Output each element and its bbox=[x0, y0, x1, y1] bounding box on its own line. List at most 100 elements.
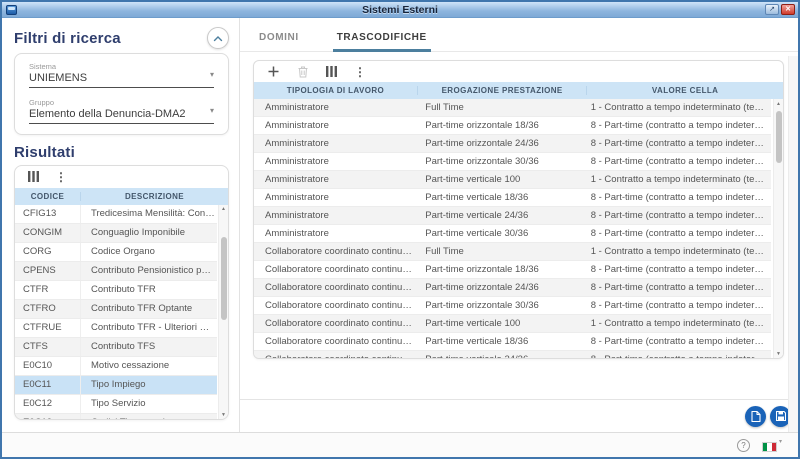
columns-icon[interactable] bbox=[27, 170, 40, 183]
close-window-button[interactable]: ✕ bbox=[781, 4, 795, 15]
tab-trascodifiche[interactable]: TRASCODIFICHE bbox=[332, 32, 431, 52]
results-card: ⋮ CODICE DESCRIZIONE CFIG13 Tredicesima M… bbox=[14, 164, 229, 420]
table-cell: Amministratore bbox=[265, 210, 329, 221]
results-scrollbar[interactable]: ▲ ▼ bbox=[218, 204, 228, 419]
sistema-select[interactable]: Sistema UNIEMENS ▾ bbox=[29, 62, 214, 88]
result-row-CONGIM[interactable]: CONGIM Conguaglio Imponibile bbox=[15, 223, 217, 243]
table-cell: 1 - Contratto a tempo indeterminato (tem… bbox=[590, 102, 771, 113]
result-row-CTFRUE[interactable]: CTFRUE Contributo TFR - Ulteriori Element… bbox=[15, 318, 217, 338]
table-cell: Amministratore bbox=[265, 192, 329, 203]
language-selector[interactable]: ▾ bbox=[761, 438, 782, 452]
result-row-E0C13[interactable]: E0C13Codici Tipo part-time bbox=[15, 413, 217, 419]
italian-flag-icon bbox=[761, 441, 777, 452]
scroll-up-icon[interactable]: ▲ bbox=[776, 99, 781, 108]
scroll-down-icon[interactable]: ▼ bbox=[776, 349, 781, 358]
table-cell: Collaboratore coordinato continuativo bbox=[265, 336, 415, 347]
more-options-icon[interactable]: ⋮ bbox=[55, 171, 67, 183]
actions-bar bbox=[240, 399, 798, 432]
results-title: Risultati bbox=[14, 144, 75, 161]
result-row-E0C10[interactable]: E0C10 Motivo cessazione bbox=[15, 356, 217, 376]
restore-window-button[interactable]: ↗ bbox=[765, 4, 779, 15]
table-cell: Tredicesima Mensilità: Contribuzione ... bbox=[91, 208, 217, 220]
grid-row[interactable]: Amministratore Part-time orizzontale 30/3… bbox=[254, 153, 771, 171]
scroll-down-icon[interactable]: ▼ bbox=[221, 410, 226, 419]
table-cell: Part-time orizzontale 30/36 bbox=[425, 300, 539, 311]
grid-row[interactable]: Amministratore Full Time 1 - Contratto a t… bbox=[254, 99, 771, 117]
result-row-CFIG13[interactable]: CFIG13 Tredicesima Mensilità: Contribuzio… bbox=[15, 204, 217, 224]
grid-row[interactable]: Amministratore Part-time orizzontale 24/3… bbox=[254, 135, 771, 153]
grid-row[interactable]: Amministratore Part-time verticale 30/36 8… bbox=[254, 225, 771, 243]
grid-row[interactable]: Collaboratore coordinato continuativo Par… bbox=[254, 333, 771, 351]
table-cell: Part-time verticale 24/36 bbox=[425, 210, 529, 221]
table-cell: 8 - Part-time (contratto a tempo indeter… bbox=[590, 120, 771, 131]
result-row-CORG[interactable]: CORG Codice Organo bbox=[15, 242, 217, 262]
table-cell: 8 - Part-time (contratto a tempo indeter… bbox=[590, 192, 771, 203]
grid-row[interactable]: Amministratore Part-time orizzontale 18/3… bbox=[254, 117, 771, 135]
sistema-value: UNIEMENS bbox=[29, 72, 88, 84]
table-cell: 8 - Part-time (contratto a tempo indeter… bbox=[590, 228, 771, 239]
grid-row[interactable]: Collaboratore coordinato continuativo Ful… bbox=[254, 243, 771, 261]
table-cell: E0C11 bbox=[15, 375, 81, 394]
table-cell: Part-time orizzontale 24/36 bbox=[425, 282, 539, 293]
main-panel: DOMINI TRASCODIFICHE ⋮ TIPOLOGIA DI LAVO… bbox=[240, 18, 798, 432]
table-cell: E0C10 bbox=[15, 356, 81, 375]
add-row-icon[interactable] bbox=[267, 65, 280, 78]
table-cell: 8 - Part-time (contratto a tempo indeter… bbox=[590, 210, 771, 221]
table-cell: Amministratore bbox=[265, 138, 329, 149]
erogazione-column-header[interactable]: EROGAZIONE PRESTAZIONE bbox=[418, 86, 588, 95]
grid-row[interactable]: Collaboratore coordinato continuativoPar… bbox=[254, 297, 771, 315]
descrizione-column-header[interactable]: DESCRIZIONE bbox=[81, 192, 228, 201]
tab-bar: DOMINI TRASCODIFICHE bbox=[240, 25, 798, 52]
table-cell: Amministratore bbox=[265, 174, 329, 185]
chevron-up-icon bbox=[213, 35, 223, 42]
table-cell: 8 - Part-time (contratto a tempo indeter… bbox=[590, 156, 771, 167]
grid-scrollbar[interactable]: ▲ ▼ bbox=[773, 99, 783, 358]
delete-row-icon[interactable] bbox=[296, 65, 309, 78]
footer-bar: ? ▾ bbox=[2, 432, 798, 457]
result-row-CPENS[interactable]: CPENS Contributo Pensionistico per il Per… bbox=[15, 261, 217, 281]
table-cell: Part-time verticale 18/36 bbox=[425, 336, 529, 347]
table-cell: Part-time orizzontale 18/36 bbox=[425, 264, 539, 275]
grid-row[interactable]: Collaboratore coordinato continuativoPar… bbox=[254, 351, 771, 358]
table-cell: Contributo TFR Optante bbox=[91, 303, 193, 315]
trascodifiche-grid: ⋮ TIPOLOGIA DI LAVORO EROGAZIONE PRESTAZ… bbox=[253, 56, 798, 432]
table-cell: Codici Tipo part-time bbox=[81, 417, 217, 419]
more-options-icon[interactable]: ⋮ bbox=[354, 66, 366, 78]
caret-down-icon: ▾ bbox=[778, 438, 782, 445]
table-cell: Full Time bbox=[425, 246, 464, 257]
results-rows: CFIG13 Tredicesima Mensilità: Contribuzio… bbox=[15, 204, 228, 419]
result-row-E0C11[interactable]: E0C11 Tipo Impiego bbox=[15, 375, 217, 395]
codice-column-header[interactable]: CODICE bbox=[15, 191, 81, 201]
scroll-up-icon[interactable]: ▲ bbox=[221, 205, 226, 214]
export-document-button[interactable] bbox=[745, 405, 766, 427]
scrollbar-thumb[interactable] bbox=[220, 237, 227, 320]
help-icon[interactable]: ? bbox=[736, 438, 750, 452]
table-cell: 8 - Part-time (contratto a tempo indeter… bbox=[590, 300, 771, 311]
table-cell: Amministratore bbox=[265, 228, 329, 239]
table-cell: Amministratore bbox=[265, 102, 329, 113]
grid-row[interactable]: Amministratore Part-time verticale 18/36 8… bbox=[254, 189, 771, 207]
table-cell: E0C12 bbox=[15, 394, 81, 413]
grid-row[interactable]: Collaboratore coordinato continuativoPar… bbox=[254, 261, 771, 279]
result-row-CTFS[interactable]: CTFS Contributo TFS bbox=[15, 337, 217, 357]
collapse-filters-button[interactable] bbox=[207, 27, 229, 49]
table-cell: 8 - Part-time (contratto a tempo indeter… bbox=[590, 282, 771, 293]
result-row-CTFRO[interactable]: CTFRO Contributo TFR Optante bbox=[15, 299, 217, 319]
window-title: Sistemi Esterni bbox=[362, 3, 438, 16]
table-cell: Tipo Impiego bbox=[91, 379, 146, 391]
result-row-E0C12[interactable]: E0C12 Tipo Servizio bbox=[15, 394, 217, 414]
grid-row[interactable]: Amministratore Part-time verticale 24/36 8… bbox=[254, 207, 771, 225]
grid-row[interactable]: Amministratore Part-time verticale 100 1 -… bbox=[254, 171, 771, 189]
gruppo-select[interactable]: Gruppo Elemento della Denuncia-DMA2 ▾ bbox=[29, 98, 214, 124]
table-cell: Amministratore bbox=[265, 120, 329, 131]
results-table: CODICE DESCRIZIONE CFIG13 Tredicesima Men… bbox=[15, 187, 228, 419]
grid-row[interactable]: Collaboratore coordinato continuativoPar… bbox=[254, 315, 771, 333]
tab-domini[interactable]: DOMINI bbox=[257, 32, 301, 51]
columns-icon[interactable] bbox=[325, 65, 338, 78]
table-cell: 1 - Contratto a tempo indeterminato (tem… bbox=[590, 174, 771, 185]
scrollbar-thumb[interactable] bbox=[775, 111, 782, 163]
result-row-CTFR[interactable]: CTFR Contributo TFR bbox=[15, 280, 217, 300]
valore-column-header[interactable]: VALORE CELLA bbox=[587, 86, 783, 95]
tipologia-column-header[interactable]: TIPOLOGIA DI LAVORO bbox=[254, 86, 418, 95]
grid-row[interactable]: Collaboratore coordinato continuativoPar… bbox=[254, 279, 771, 297]
